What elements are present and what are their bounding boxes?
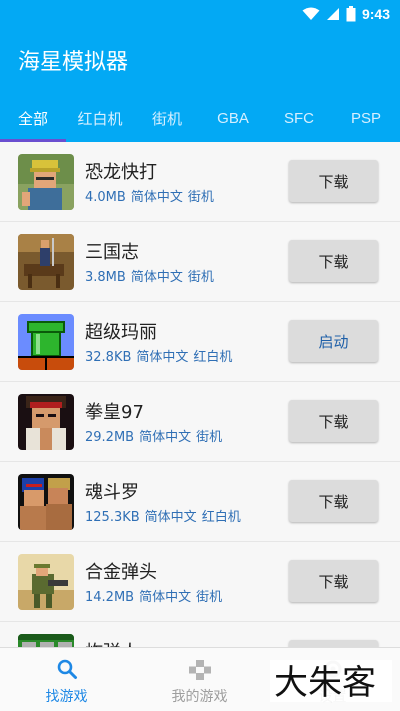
battery-icon xyxy=(346,6,356,22)
download-button[interactable] xyxy=(289,640,378,647)
nav-find-games[interactable]: 找游戏 xyxy=(0,648,133,711)
signal-icon xyxy=(326,8,339,20)
game-size: 29.2MB xyxy=(85,430,135,445)
category-tabs: 全部 红白机 街机 GBA SFC PSP xyxy=(0,94,400,142)
game-thumbnail xyxy=(18,314,74,370)
game-thumbnail xyxy=(18,634,74,647)
game-meta: 32.8KB 简体中文 红白机 xyxy=(85,346,232,365)
tab-arcade[interactable]: 街机 xyxy=(134,94,200,142)
game-list-item[interactable]: 炸弹人 xyxy=(0,622,400,647)
game-meta: 3.8MB 简体中文 街机 xyxy=(85,266,214,285)
status-bar: 9:43 xyxy=(0,0,400,28)
game-list-item[interactable]: 合金弹头 14.2MB 简体中文 街机 下载 xyxy=(0,542,400,622)
game-platform: 街机 xyxy=(196,430,223,445)
game-meta: 14.2MB 简体中文 街机 xyxy=(85,586,222,605)
download-button[interactable]: 下载 xyxy=(289,160,378,202)
game-size: 125.3KB xyxy=(85,510,140,525)
game-thumbnail xyxy=(18,554,74,610)
game-thumbnail xyxy=(18,474,74,530)
game-language: 简体中文 xyxy=(139,430,192,445)
game-title: 炸弹人 xyxy=(85,638,139,647)
download-button[interactable]: 下载 xyxy=(289,240,378,282)
status-time: 9:43 xyxy=(361,6,390,22)
game-title: 三国志 xyxy=(85,242,139,263)
search-icon xyxy=(57,659,77,679)
game-platform: 街机 xyxy=(187,270,214,285)
game-platform: 街机 xyxy=(196,590,223,605)
game-list-item[interactable]: 魂斗罗 125.3KB 简体中文 红白机 下载 xyxy=(0,462,400,542)
game-thumbnail xyxy=(18,154,74,210)
game-thumbnail xyxy=(18,234,74,290)
game-language: 简体中文 xyxy=(136,350,189,365)
game-language: 简体中文 xyxy=(144,510,197,525)
game-platform: 红白机 xyxy=(201,510,241,525)
watermark-logo: 大朱客 xyxy=(270,660,392,703)
wifi-icon xyxy=(302,7,320,20)
tab-fc[interactable]: 红白机 xyxy=(66,94,134,142)
game-platform: 红白机 xyxy=(193,350,233,365)
game-list-item[interactable]: 超级玛丽 32.8KB 简体中文 红白机 启动 xyxy=(0,302,400,382)
tab-gba[interactable]: GBA xyxy=(200,94,266,142)
download-button[interactable]: 下载 xyxy=(289,480,378,522)
tab-sfc[interactable]: SFC xyxy=(266,94,332,142)
game-size: 3.8MB xyxy=(85,270,126,285)
game-meta: 29.2MB 简体中文 街机 xyxy=(85,426,222,445)
game-title: 恐龙快打 xyxy=(85,162,157,183)
game-thumbnail xyxy=(18,394,74,450)
download-button[interactable]: 下载 xyxy=(289,400,378,442)
nav-label: 我的游戏 xyxy=(171,689,228,705)
tab-psp[interactable]: PSP xyxy=(332,94,400,142)
app-title: 海星模拟器 xyxy=(18,50,129,75)
svg-text:大朱客: 大朱客 xyxy=(274,663,376,703)
download-button[interactable]: 下载 xyxy=(289,560,378,602)
game-title: 拳皇97 xyxy=(85,402,144,423)
game-size: 32.8KB xyxy=(85,350,132,365)
game-list-item[interactable]: 拳皇97 29.2MB 简体中文 街机 下载 xyxy=(0,382,400,462)
gamepad-icon xyxy=(188,660,211,680)
game-meta: 4.0MB 简体中文 街机 xyxy=(85,186,214,205)
game-list-item[interactable]: 三国志 3.8MB 简体中文 街机 下载 xyxy=(0,222,400,302)
tab-all[interactable]: 全部 xyxy=(0,94,66,142)
game-title: 魂斗罗 xyxy=(85,482,139,503)
status-icons: 9:43 xyxy=(302,4,390,24)
game-list[interactable]: 恐龙快打 4.0MB 简体中文 街机 下载 三国志 3.8MB 简体中文 街机 下载 xyxy=(0,142,400,647)
nav-my-games[interactable]: 我的游戏 xyxy=(133,648,266,711)
game-size: 4.0MB xyxy=(85,190,126,205)
launch-button[interactable]: 启动 xyxy=(289,320,378,362)
game-size: 14.2MB xyxy=(85,590,135,605)
game-language: 简体中文 xyxy=(130,270,183,285)
game-title: 合金弹头 xyxy=(85,562,157,583)
nav-label: 找游戏 xyxy=(45,689,88,705)
game-meta: 125.3KB 简体中文 红白机 xyxy=(85,506,241,525)
game-platform: 街机 xyxy=(187,190,214,205)
game-title: 超级玛丽 xyxy=(85,322,157,343)
game-language: 简体中文 xyxy=(130,190,183,205)
app-bar: 海星模拟器 全部 红白机 街机 GBA SFC PSP xyxy=(0,28,400,142)
game-list-item[interactable]: 恐龙快打 4.0MB 简体中文 街机 下载 xyxy=(0,142,400,222)
game-language: 简体中文 xyxy=(139,590,192,605)
